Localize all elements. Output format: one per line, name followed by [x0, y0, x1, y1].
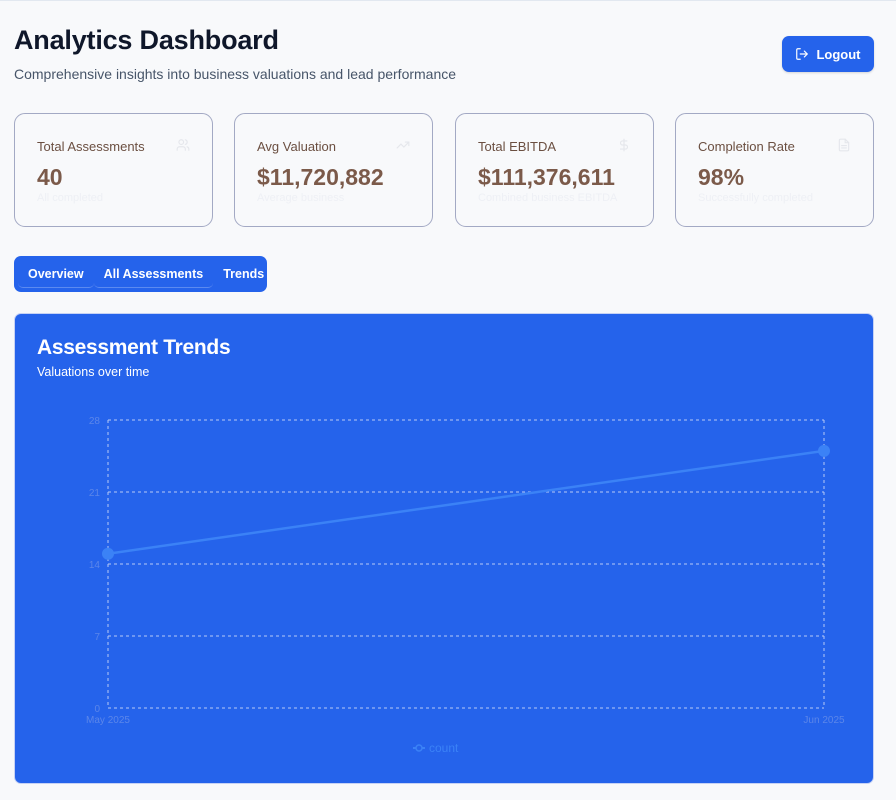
stat-value: $11,720,882 [257, 164, 384, 190]
stat-card-total-ebitda: Total EBITDA $111,376,611 Combined busin… [455, 113, 654, 227]
data-point [818, 444, 830, 457]
stat-label: Avg Valuation [257, 139, 337, 154]
x-tick-label: May 2025 [86, 715, 130, 726]
y-tick-label: 21 [89, 488, 101, 499]
y-tick-label: 0 [94, 704, 100, 715]
stat-subtext: Average business [257, 192, 345, 204]
logout-label: Logout [816, 46, 861, 62]
logout-icon [796, 48, 809, 60]
trending-up-icon [396, 141, 410, 149]
series-line [107, 449, 825, 555]
stat-label: Total EBITDA [478, 139, 557, 154]
y-tick-label: 7 [94, 632, 100, 643]
stat-subtext: Successfully completed [698, 192, 813, 204]
legend-label: count [429, 741, 459, 755]
stats-row: Total Assessments 40 All completed Avg V… [14, 113, 874, 227]
logout-button[interactable]: Logout [782, 36, 874, 72]
stat-subtext: Combined business EBITDA [478, 192, 618, 204]
legend-swatch-dot [415, 744, 423, 752]
page-title: Analytics Dashboard [14, 25, 279, 55]
stat-label: Total Assessments [37, 139, 145, 154]
y-tick-label: 14 [89, 560, 101, 571]
users-icon [176, 139, 190, 151]
stat-value: $111,376,611 [478, 164, 615, 190]
data-point [102, 547, 114, 560]
y-tick-label: 28 [89, 416, 101, 427]
stat-card-total-assessments: Total Assessments 40 All completed [14, 113, 213, 227]
tab-overview[interactable]: Overview [18, 260, 94, 288]
stat-card-completion-rate: Completion Rate 98% Successfully complet… [675, 113, 874, 227]
page-subtitle: Comprehensive insights into business val… [14, 66, 457, 82]
tab-all-assessments[interactable]: All Assessments [93, 260, 214, 288]
assessment-trends-card: Assessment Trends Valuations over time 0… [14, 313, 874, 784]
stat-label: Completion Rate [698, 139, 795, 154]
stat-value: 40 [37, 164, 63, 190]
page-header: Analytics Dashboard Comprehensive insigh… [14, 25, 456, 82]
stat-card-avg-valuation: Avg Valuation $11,720,882 Average busine… [234, 113, 433, 227]
tab-trends[interactable]: Trends [213, 260, 274, 288]
file-icon [838, 138, 850, 152]
dollar-icon [619, 138, 629, 152]
x-tick-label: Jun 2025 [803, 715, 845, 726]
tab-bar: Overview All Assessments Trends [14, 256, 267, 292]
line-chart: 0 7 14 21 28 May 2025 Jun 2025 count [86, 416, 845, 755]
stat-value: 98% [698, 164, 745, 190]
stat-subtext: All completed [37, 192, 104, 204]
